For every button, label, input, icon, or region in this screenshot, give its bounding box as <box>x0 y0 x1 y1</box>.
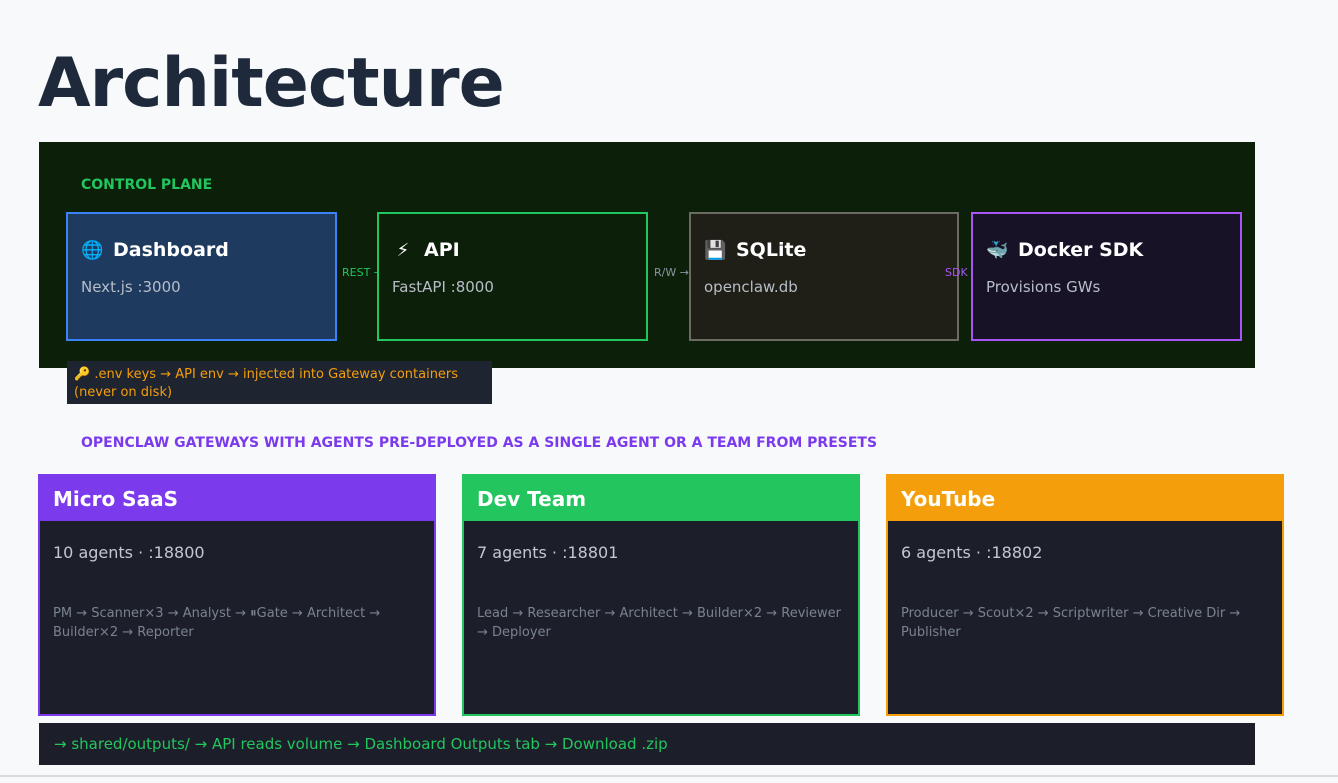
sqlite-node-title: SQLite <box>736 239 807 261</box>
docker-sdk-node-subtitle: Provisions GWs <box>986 278 1101 296</box>
env-keys-note: 🔑 .env keys → API env → injected into Ga… <box>67 361 492 404</box>
gateway-card-count: 10 agents · :18800 <box>53 543 205 562</box>
page-title: Architecture <box>38 44 505 123</box>
api-node: ⚡ API FastAPI :8000 <box>377 212 648 341</box>
control-plane-panel: CONTROL PLANE 🌐 Dashboard Next.js :3000 … <box>39 142 1255 368</box>
gateway-card-flow: Producer → Scout×2 → Scriptwriter → Crea… <box>901 606 1241 640</box>
lightning-icon: ⚡ <box>396 239 410 261</box>
sqlite-node: 💾 SQLite openclaw.db <box>689 212 959 341</box>
api-node-title: API <box>424 239 460 261</box>
gateway-card-flow: Lead → Researcher → Architect → Builder×… <box>477 606 841 640</box>
globe-icon: 🌐 <box>81 239 104 261</box>
env-keys-note-text: .env keys → API env → injected into Gate… <box>74 367 459 400</box>
gateways-label: OPENCLAW GATEWAYS WITH AGENTS PRE-DEPLOY… <box>81 435 878 451</box>
bottom-divider <box>0 775 1338 777</box>
outputs-flow-text: → shared/outputs/ → API reads volume → D… <box>54 735 668 753</box>
dashboard-node-title: Dashboard <box>113 239 229 261</box>
sqlite-node-subtitle: openclaw.db <box>704 278 798 296</box>
whale-icon: 🐳 <box>986 239 1009 261</box>
gateway-card-title: Dev Team <box>464 476 858 521</box>
docker-sdk-node-title: Docker SDK <box>1018 239 1144 261</box>
floppy-disk-icon: 💾 <box>704 239 727 261</box>
dashboard-node: 🌐 Dashboard Next.js :3000 <box>66 212 337 341</box>
docker-sdk-node: 🐳 Docker SDK Provisions GWs <box>971 212 1242 341</box>
control-plane-label: CONTROL PLANE <box>81 177 213 193</box>
gateway-card-youtube: YouTube 6 agents · :18802 Producer → Sco… <box>886 474 1284 716</box>
outputs-flow-bar: → shared/outputs/ → API reads volume → D… <box>39 723 1255 765</box>
api-node-subtitle: FastAPI :8000 <box>392 278 494 296</box>
gateway-card-flow: PM → Scanner×3 → Analyst → ⏸Gate → Archi… <box>53 606 381 640</box>
key-icon: 🔑 <box>74 367 91 382</box>
gateway-card-count: 6 agents · :18802 <box>901 543 1043 562</box>
gateway-card-title: YouTube <box>888 476 1282 521</box>
gateway-card-count: 7 agents · :18801 <box>477 543 619 562</box>
dashboard-node-subtitle: Next.js :3000 <box>81 278 181 296</box>
gateway-card-micro-saas: Micro SaaS 10 agents · :18800 PM → Scann… <box>38 474 436 716</box>
gateway-card-title: Micro SaaS <box>40 476 434 521</box>
edge-label-rw: R/W → <box>654 266 689 279</box>
gateway-card-dev-team: Dev Team 7 agents · :18801 Lead → Resear… <box>462 474 860 716</box>
